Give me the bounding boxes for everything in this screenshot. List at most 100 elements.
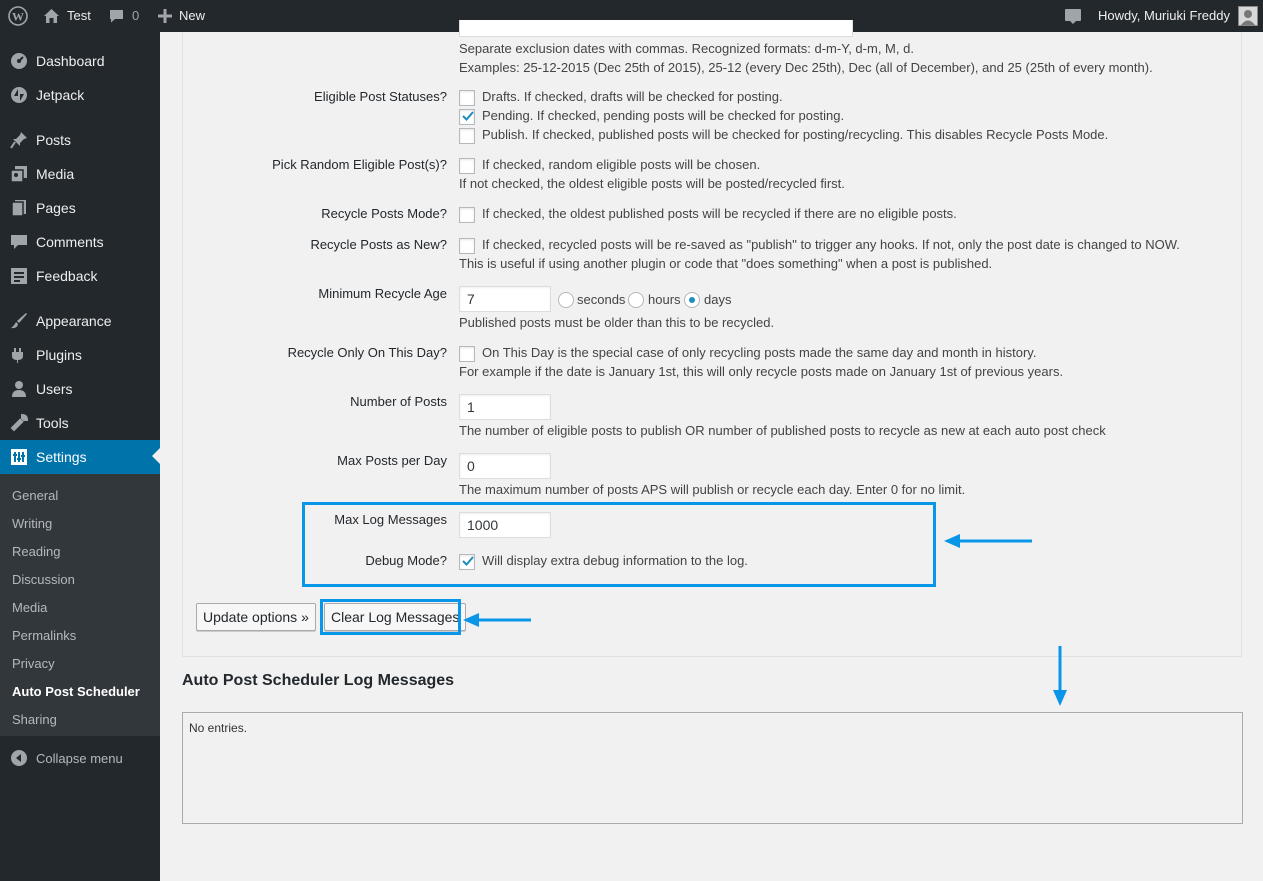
wordpress-logo-icon[interactable]: W (8, 0, 28, 32)
recycle-new-text: If checked, recycled posts will be re-sa… (482, 237, 1180, 252)
max-per-day-input[interactable] (459, 453, 551, 479)
menu-label-tools: Tools (36, 415, 69, 431)
recycle-new-checkbox[interactable] (459, 238, 475, 254)
svg-text:W: W (12, 10, 24, 24)
log-section-title: Auto Post Scheduler Log Messages (182, 672, 455, 689)
seconds-radio[interactable] (558, 292, 574, 308)
submenu-writing[interactable]: Writing (12, 516, 52, 531)
menu-item-appearance[interactable]: Appearance (0, 304, 160, 338)
submenu-auto-post-scheduler[interactable]: Auto Post Scheduler (12, 684, 140, 699)
settings-icon (9, 447, 29, 467)
min-age-input[interactable] (459, 286, 551, 312)
menu-item-comments[interactable]: Comments (0, 225, 160, 259)
menu-item-tools[interactable]: Tools (0, 406, 160, 440)
menu-label-appearance: Appearance (36, 313, 112, 329)
menu-label-posts: Posts (36, 132, 72, 148)
admin-menu: Dashboard Jetpack Posts Media Pages Comm… (0, 32, 160, 881)
notification-icon[interactable] (1064, 0, 1082, 32)
menu-item-settings[interactable]: Settings (0, 440, 160, 474)
publish-checkbox[interactable] (459, 128, 475, 144)
drafts-checkbox[interactable] (459, 90, 475, 106)
collapse-menu-label: Collapse menu (36, 750, 123, 766)
random-text: If checked, random eligible posts will b… (482, 157, 761, 172)
recycle-mode-checkbox[interactable] (459, 207, 475, 223)
submenu-permalinks[interactable]: Permalinks (12, 628, 76, 643)
menu-item-posts[interactable]: Posts (0, 123, 160, 157)
log-empty-text: No entries. (189, 721, 248, 735)
wrench-icon (9, 413, 29, 433)
on-this-day-label: Recycle Only On This Day? (287, 345, 447, 360)
update-options-button[interactable]: Update options » (196, 603, 316, 631)
menu-item-plugins[interactable]: Plugins (0, 338, 160, 372)
recycle-mode-text: If checked, the oldest published posts w… (482, 206, 957, 221)
publish-text: Publish. If checked, published posts wil… (482, 127, 1109, 142)
menu-item-users[interactable]: Users (0, 372, 160, 406)
num-posts-input[interactable] (459, 394, 551, 420)
submenu-reading[interactable]: Reading (12, 544, 60, 559)
days-radio[interactable] (684, 292, 700, 308)
min-age-label: Minimum Recycle Age (318, 286, 447, 301)
radio-selected-dot (689, 297, 695, 303)
submenu-privacy[interactable]: Privacy (12, 656, 55, 671)
recycle-mode-label: Recycle Posts Mode? (321, 206, 447, 221)
menu-label-dashboard: Dashboard (36, 53, 105, 69)
hours-radio[interactable] (628, 292, 644, 308)
comment-bubble-icon (108, 8, 125, 24)
brush-icon (9, 311, 29, 331)
menu-label-jetpack: Jetpack (36, 87, 85, 103)
pending-text: Pending. If checked, pending posts will … (482, 108, 845, 123)
menu-item-jetpack[interactable]: Jetpack (0, 78, 160, 112)
annotation-arrow-left-icon (463, 611, 533, 634)
recycle-new-label: Recycle Posts as New? (310, 237, 447, 252)
num-posts-label: Number of Posts (350, 394, 447, 409)
exclusion-dates-input[interactable] (459, 20, 853, 37)
menu-label-pages: Pages (36, 200, 76, 216)
menu-item-feedback[interactable]: Feedback (0, 259, 160, 293)
menu-item-media[interactable]: Media (0, 157, 160, 191)
random-label: Pick Random Eligible Post(s)? (272, 157, 447, 172)
site-name-link[interactable]: Test (43, 0, 91, 32)
menu-label-plugins: Plugins (36, 347, 82, 363)
submenu-sharing[interactable]: Sharing (12, 712, 57, 727)
comments-link[interactable]: 0 (108, 0, 139, 32)
pin-icon (9, 130, 29, 150)
checkmark-icon (461, 109, 475, 128)
log-messages-box[interactable]: No entries. (182, 712, 1243, 824)
home-icon (43, 8, 60, 24)
comments-icon (9, 232, 29, 252)
annotation-arrow-left-icon (944, 532, 1034, 555)
num-posts-help: The number of eligible posts to publish … (459, 423, 1106, 438)
menu-label-comments: Comments (36, 234, 104, 250)
site-name: Test (67, 8, 91, 23)
dashboard-icon (9, 51, 29, 71)
pending-checkbox[interactable] (459, 109, 475, 125)
submenu-media[interactable]: Media (12, 600, 47, 615)
submenu-general[interactable]: General (12, 488, 58, 503)
on-this-day-help: For example if the date is January 1st, … (459, 364, 1064, 379)
min-age-help: Published posts must be older than this … (459, 315, 775, 330)
collapse-menu-button[interactable]: Collapse menu (0, 741, 160, 775)
statuses-label: Eligible Post Statuses? (314, 89, 447, 104)
submenu-discussion[interactable]: Discussion (12, 572, 75, 587)
max-per-day-label: Max Posts per Day (337, 453, 447, 468)
menu-label-feedback: Feedback (36, 268, 98, 284)
new-content-link[interactable]: New (158, 0, 205, 32)
exclusion-help-examples: Examples: 25-12-2015 (Dec 25th of 2015),… (459, 60, 1153, 75)
plugin-icon (9, 345, 29, 365)
users-icon (9, 379, 29, 399)
on-this-day-text: On This Day is the special case of only … (482, 345, 1037, 360)
settings-submenu: General Writing Reading Discussion Media… (0, 474, 160, 736)
on-this-day-checkbox[interactable] (459, 346, 475, 362)
pages-icon (9, 198, 29, 218)
menu-label-users: Users (36, 381, 73, 397)
feedback-icon (9, 266, 29, 286)
my-account-link[interactable]: Howdy, Muriuki Freddy (1098, 0, 1258, 32)
hours-label: hours (648, 292, 681, 307)
random-checkbox[interactable] (459, 158, 475, 174)
jetpack-icon (9, 85, 29, 105)
annotation-arrow-down-icon (1051, 646, 1069, 711)
menu-item-dashboard[interactable]: Dashboard (0, 44, 160, 78)
media-icon (9, 164, 29, 184)
plus-icon (158, 9, 172, 23)
menu-item-pages[interactable]: Pages (0, 191, 160, 225)
